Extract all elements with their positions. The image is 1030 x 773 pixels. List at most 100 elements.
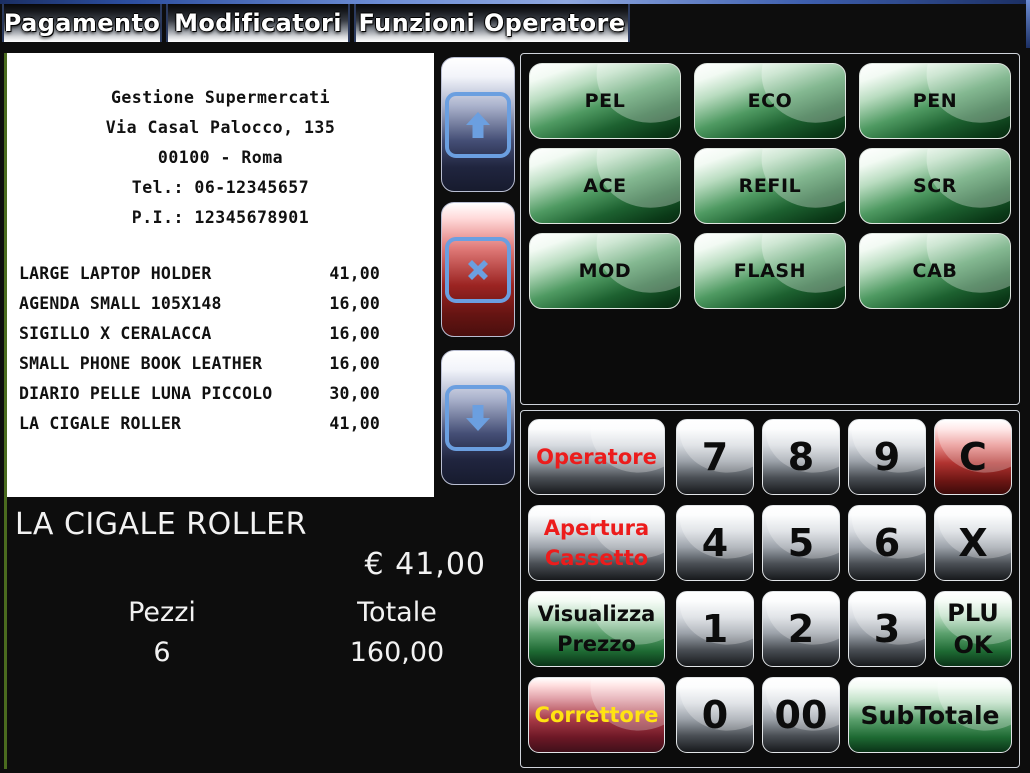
plu-button-pen[interactable]: PEN xyxy=(859,63,1011,139)
key-2[interactable]: 2 xyxy=(762,591,840,667)
key-1[interactable]: 1 xyxy=(676,591,754,667)
receipt-row[interactable]: AGENDA SMALL 105X148 16,00 xyxy=(19,289,424,319)
receipt-item-name: SMALL PHONE BOOK LEATHER xyxy=(19,354,263,373)
key-7[interactable]: 7 xyxy=(676,419,754,495)
plu-button-flash[interactable]: FLASH xyxy=(694,233,846,309)
receipt-item-list: LARGE LAPTOP HOLDER 41,00 AGENDA SMALL 1… xyxy=(7,259,434,439)
close-x-icon xyxy=(445,236,511,303)
display-item-price: € 41,00 xyxy=(364,547,486,582)
plu-button-eco[interactable]: ECO xyxy=(694,63,846,139)
plu-button-mod[interactable]: MOD xyxy=(529,233,681,309)
apertura-cassetto-button[interactable]: Apertura Cassetto xyxy=(528,505,665,581)
receipt-panel[interactable]: Gestione Supermercati Via Casal Palocco,… xyxy=(4,53,434,497)
scroll-down-button[interactable] xyxy=(441,350,515,485)
multiply-label: X xyxy=(958,521,988,565)
receipt-item-name: LARGE LAPTOP HOLDER xyxy=(19,264,212,283)
visualizza-prezzo-button[interactable]: Visualizza Prezzo xyxy=(528,591,665,667)
receipt-row[interactable]: LARGE LAPTOP HOLDER 41,00 xyxy=(19,259,424,289)
arrow-down-icon xyxy=(445,384,511,451)
receipt-row[interactable]: SIGILLO X CERALACCA 16,00 xyxy=(19,319,424,349)
arrow-up-icon xyxy=(445,91,511,158)
cancel-line-button[interactable] xyxy=(441,202,515,337)
plu-label: PEL xyxy=(584,90,626,112)
clear-button[interactable]: C xyxy=(934,419,1012,495)
key-0-label: 0 xyxy=(701,693,729,737)
key-8-label: 8 xyxy=(787,435,815,479)
plu-button-panel: PEL ECO PEN ACE REFIL SCR MOD FLASH CAB xyxy=(520,53,1020,405)
plu-ok-button[interactable]: PLU OK xyxy=(934,591,1012,667)
receipt-row[interactable]: DIARIO PELLE LUNA PICCOLO 30,00 xyxy=(19,379,424,409)
subtotale-button[interactable]: SubTotale xyxy=(848,677,1012,753)
operatore-label: Operatore xyxy=(536,445,657,469)
plu-ok-label-line2: OK xyxy=(953,631,993,659)
apertura-label-line1: Apertura xyxy=(543,516,650,540)
multiply-button[interactable]: X xyxy=(934,505,1012,581)
display-total-value: 160,00 xyxy=(349,637,445,668)
scroll-up-button[interactable] xyxy=(441,57,515,192)
key-5[interactable]: 5 xyxy=(762,505,840,581)
plu-button-scr[interactable]: SCR xyxy=(859,148,1011,224)
plu-button-pel[interactable]: PEL xyxy=(529,63,681,139)
operatore-button[interactable]: Operatore xyxy=(528,419,665,495)
key-4[interactable]: 4 xyxy=(676,505,754,581)
receipt-item-price: 41,00 xyxy=(329,414,380,433)
key-2-label: 2 xyxy=(787,607,815,651)
receipt-header-line: Via Casal Palocco, 135 xyxy=(105,118,336,137)
receipt-item-price: 16,00 xyxy=(329,324,380,343)
key-6-label: 6 xyxy=(873,521,901,565)
visualizza-label-line1: Visualizza xyxy=(537,602,656,626)
display-item-name: LA CIGALE ROLLER xyxy=(15,507,307,542)
key-9-label: 9 xyxy=(873,435,901,479)
visualizza-label-line2: Prezzo xyxy=(557,632,636,656)
receipt-row[interactable]: LA CIGALE ROLLER 41,00 xyxy=(19,409,424,439)
pos-application: Pagamento Modificatori Funzioni Operator… xyxy=(0,0,1030,773)
receipt-header-line: Tel.: 06-12345657 xyxy=(131,178,310,197)
display-total-label: Totale xyxy=(357,597,437,628)
apertura-label-line2: Cassetto xyxy=(544,546,649,570)
receipt-header-line: Gestione Supermercati xyxy=(110,88,331,107)
key-0[interactable]: 0 xyxy=(676,677,754,753)
receipt-header: Gestione Supermercati Via Casal Palocco,… xyxy=(7,53,434,233)
clear-label: C xyxy=(959,435,987,479)
key-3-label: 3 xyxy=(873,607,901,651)
plu-label: SCR xyxy=(912,175,958,197)
key-7-label: 7 xyxy=(701,435,729,479)
plu-label: PEN xyxy=(912,90,958,112)
key-double-zero-label: 00 xyxy=(774,693,828,737)
tab-pagamento-label: Pagamento xyxy=(3,9,161,37)
receipt-header-line: 00100 - Roma xyxy=(157,148,284,167)
display-pieces-value: 6 xyxy=(153,637,171,668)
tab-modificatori[interactable]: Modificatori xyxy=(166,4,350,42)
receipt-item-price: 41,00 xyxy=(329,264,380,283)
key-9[interactable]: 9 xyxy=(848,419,926,495)
receipt-row[interactable]: SMALL PHONE BOOK LEATHER 16,00 xyxy=(19,349,424,379)
display-pieces-label: Pezzi xyxy=(128,597,196,628)
key-double-zero[interactable]: 00 xyxy=(762,677,840,753)
key-8[interactable]: 8 xyxy=(762,419,840,495)
key-5-label: 5 xyxy=(787,521,815,565)
tab-funzioni-operatore[interactable]: Funzioni Operatore xyxy=(354,4,630,42)
key-6[interactable]: 6 xyxy=(848,505,926,581)
tab-bar: Pagamento Modificatori Funzioni Operator… xyxy=(0,4,1030,44)
key-1-label: 1 xyxy=(701,607,729,651)
plu-label: MOD xyxy=(578,260,632,282)
receipt-item-price: 16,00 xyxy=(329,294,380,313)
correttore-label: Correttore xyxy=(534,703,659,727)
plu-button-refil[interactable]: REFIL xyxy=(694,148,846,224)
plu-label: FLASH xyxy=(733,260,807,282)
receipt-item-name: DIARIO PELLE LUNA PICCOLO xyxy=(19,384,273,403)
receipt-item-price: 30,00 xyxy=(329,384,380,403)
keypad-panel: Operatore Apertura Cassetto Visualizza P… xyxy=(520,410,1020,768)
receipt-item-name: LA CIGALE ROLLER xyxy=(19,414,182,433)
plu-label: REFIL xyxy=(738,175,802,197)
key-3[interactable]: 3 xyxy=(848,591,926,667)
plu-button-cab[interactable]: CAB xyxy=(859,233,1011,309)
plu-button-ace[interactable]: ACE xyxy=(529,148,681,224)
tab-pagamento[interactable]: Pagamento xyxy=(2,4,162,42)
plu-label: CAB xyxy=(912,260,958,282)
key-4-label: 4 xyxy=(701,521,729,565)
tab-modificatori-label: Modificatori xyxy=(174,9,342,37)
plu-label: ECO xyxy=(747,90,793,112)
correttore-button[interactable]: Correttore xyxy=(528,677,665,753)
receipt-header-line: P.I.: 12345678901 xyxy=(131,208,310,227)
